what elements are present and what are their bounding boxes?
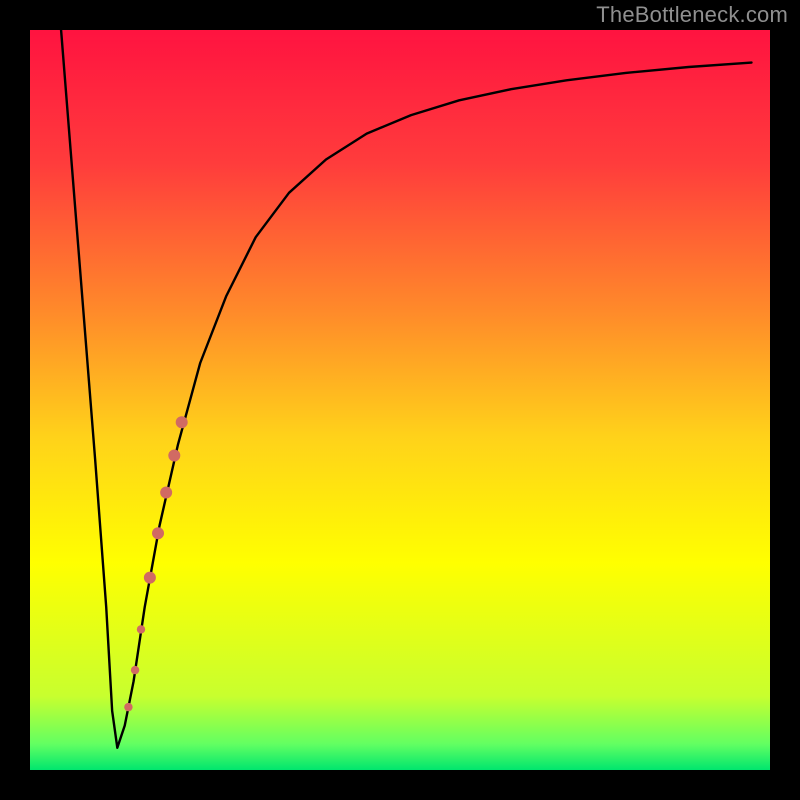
highlight-point [160, 487, 172, 499]
plot-background [30, 30, 770, 770]
attribution-text: TheBottleneck.com [596, 2, 788, 28]
highlight-point [137, 625, 145, 633]
highlight-point [124, 703, 132, 711]
highlight-point [144, 572, 156, 584]
bottleneck-chart [0, 0, 800, 800]
highlight-point [152, 527, 164, 539]
highlight-point [131, 666, 139, 674]
highlight-point [176, 416, 188, 428]
highlight-point [168, 450, 180, 462]
chart-frame: TheBottleneck.com [0, 0, 800, 800]
